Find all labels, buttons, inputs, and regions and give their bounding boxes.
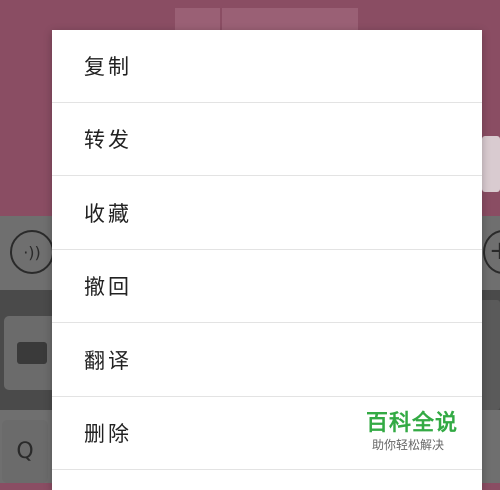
search-icon[interactable]: Q xyxy=(2,420,48,483)
watermark-title: 百科全说 xyxy=(366,411,459,436)
voice-icon[interactable]: ·)) xyxy=(10,230,54,274)
menu-item-label: 转发 xyxy=(84,128,132,152)
sticker-card[interactable] xyxy=(480,300,500,410)
menu-item-recall[interactable]: 撤回 xyxy=(52,250,482,323)
menu-item-label: 删除 xyxy=(84,422,132,446)
menu-item-label: 复制 xyxy=(84,55,132,79)
watermark-subtitle: 助你轻松解决 xyxy=(372,438,445,452)
menu-item-label: 撤回 xyxy=(84,275,132,299)
menu-item-forward[interactable]: 转发 xyxy=(52,103,482,176)
menu-item-label: 收藏 xyxy=(84,202,132,226)
menu-item-favorite[interactable]: 收藏 xyxy=(52,177,482,250)
menu-item-label: 翻译 xyxy=(84,349,132,373)
menu-item-translate[interactable]: 翻译 xyxy=(52,324,482,397)
menu-item-copy[interactable]: 复制 xyxy=(52,30,482,103)
keyboard-icon xyxy=(17,342,47,364)
sticker-thumbnail xyxy=(482,136,500,192)
